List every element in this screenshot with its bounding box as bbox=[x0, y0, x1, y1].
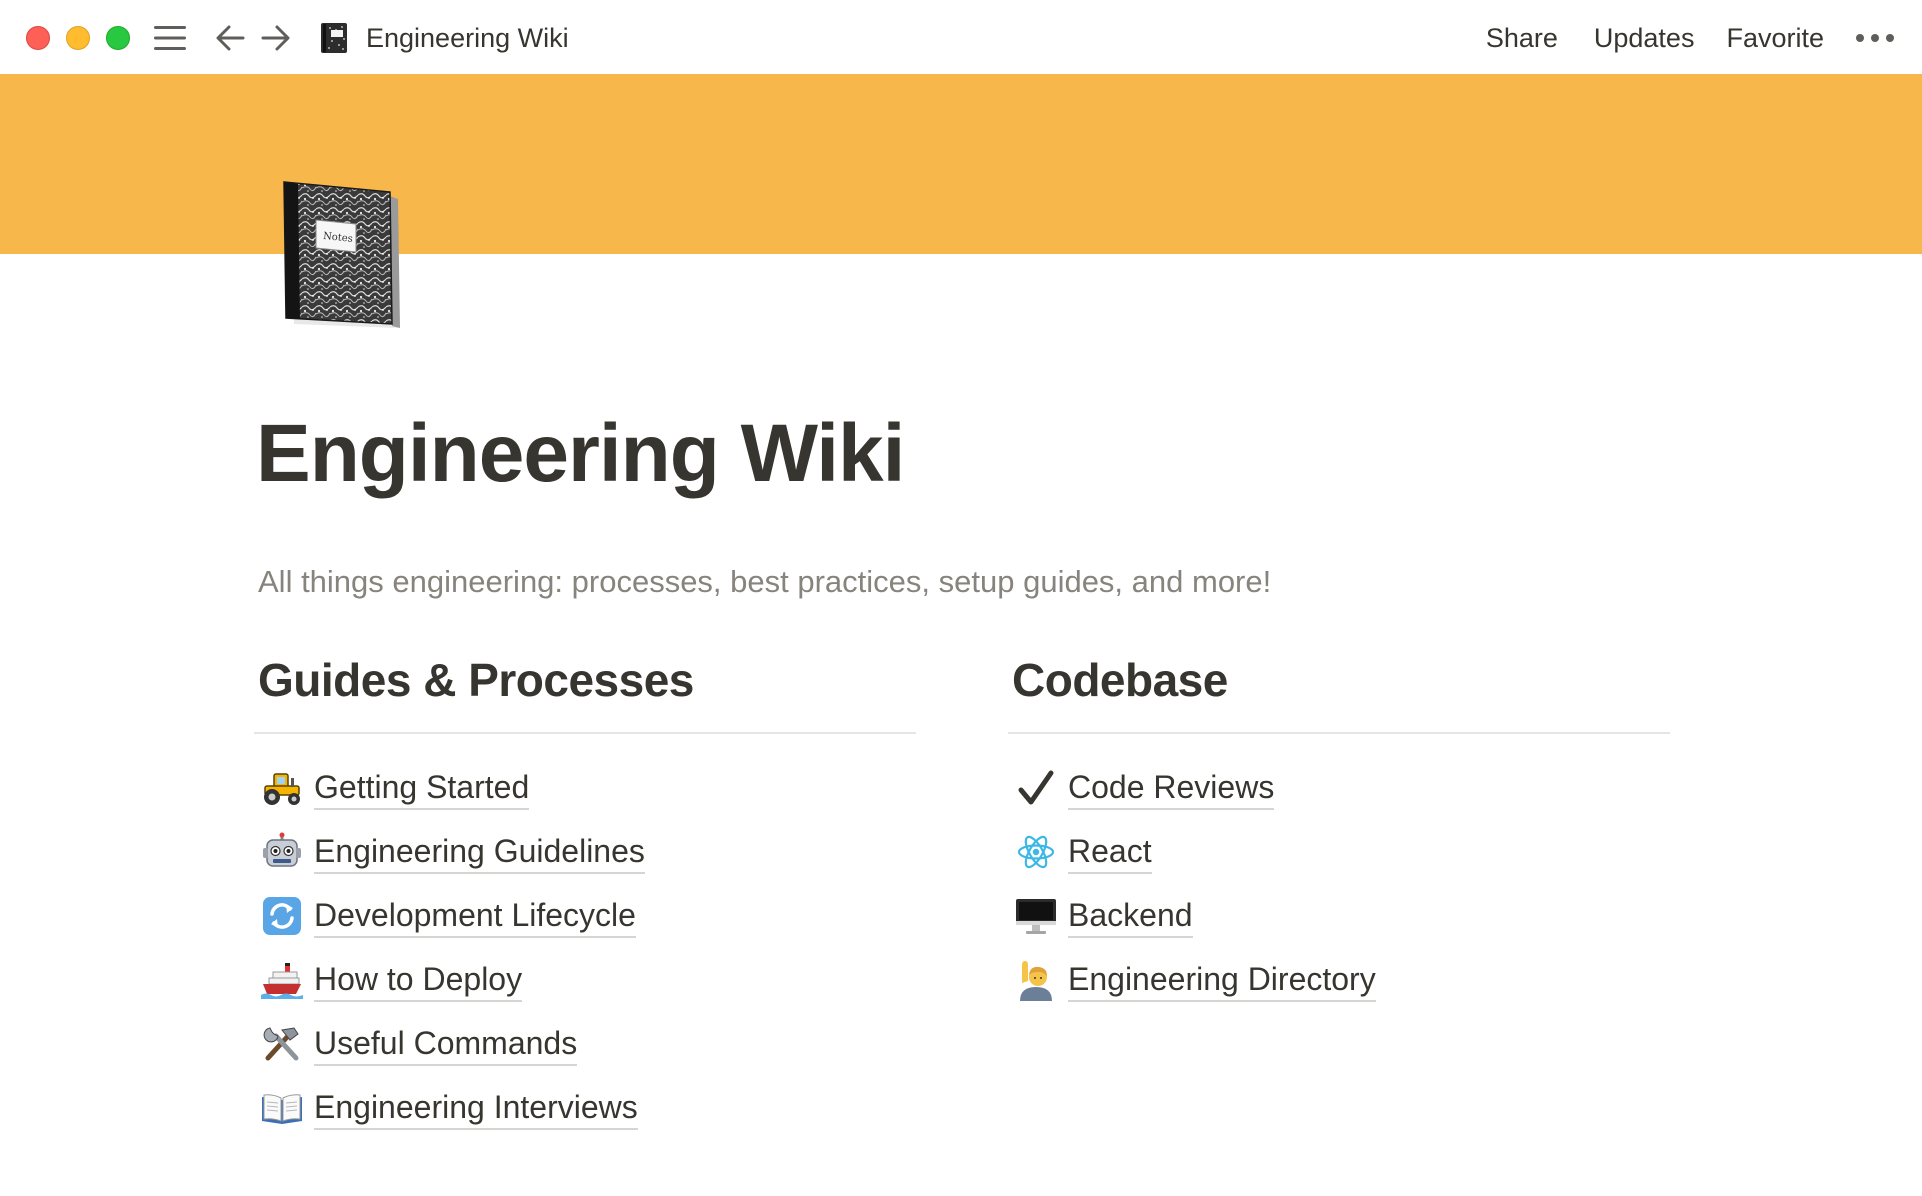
tractor-icon bbox=[260, 766, 304, 810]
link-label[interactable]: React bbox=[1068, 830, 1152, 874]
share-button[interactable]: Share bbox=[1486, 18, 1558, 58]
tools-icon bbox=[260, 1022, 304, 1066]
window-titlebar: Engineering Wiki Share Updates Favorite bbox=[0, 0, 1922, 74]
favorite-button[interactable]: Favorite bbox=[1726, 18, 1824, 58]
page-description[interactable]: All things engineering: processes, best … bbox=[258, 562, 1271, 602]
list-item[interactable]: Engineering Directory bbox=[1008, 948, 1670, 1012]
topbar-actions: Share Updates Favorite bbox=[1486, 18, 1922, 58]
link-label[interactable]: Engineering Directory bbox=[1068, 958, 1376, 1002]
codebase-column: Codebase Code Reviews React Backend Engi… bbox=[1008, 650, 1670, 1012]
list-item[interactable]: Engineering Interviews bbox=[254, 1076, 916, 1140]
updates-button[interactable]: Updates bbox=[1594, 18, 1695, 58]
list-item[interactable]: Development Lifecycle bbox=[254, 884, 916, 948]
list-item[interactable]: Backend bbox=[1008, 884, 1670, 948]
list-item[interactable]: How to Deploy bbox=[254, 948, 916, 1012]
person-raising-hand-icon bbox=[1014, 958, 1058, 1002]
breadcrumb-page-title[interactable]: Engineering Wiki bbox=[366, 20, 569, 56]
link-label[interactable]: Code Reviews bbox=[1068, 766, 1275, 810]
zoom-window-button[interactable] bbox=[106, 26, 130, 50]
list-item[interactable]: Getting Started bbox=[254, 756, 916, 820]
more-dots-icon[interactable] bbox=[1852, 18, 1898, 58]
atom-icon bbox=[1014, 830, 1058, 874]
link-label[interactable]: Development Lifecycle bbox=[314, 894, 636, 938]
list-item[interactable]: React bbox=[1008, 820, 1670, 884]
link-label[interactable]: Useful Commands bbox=[314, 1022, 578, 1066]
forward-arrow-icon[interactable] bbox=[258, 20, 294, 56]
open-book-icon bbox=[260, 1086, 304, 1130]
column-heading[interactable]: Codebase bbox=[1008, 650, 1670, 710]
list-item[interactable]: Code Reviews bbox=[1008, 756, 1670, 820]
link-label[interactable]: Engineering Interviews bbox=[314, 1086, 638, 1130]
back-arrow-icon[interactable] bbox=[212, 20, 248, 56]
desktop-computer-icon bbox=[1014, 894, 1058, 938]
divider bbox=[1008, 732, 1670, 734]
link-label[interactable]: Getting Started bbox=[314, 766, 530, 810]
notebook-icon[interactable]: Notes bbox=[274, 178, 404, 332]
link-list: Getting Started Engineering Guidelines D… bbox=[254, 756, 916, 1140]
link-list: Code Reviews React Backend Engineering D… bbox=[1008, 756, 1670, 1012]
notebook-icon bbox=[316, 20, 352, 56]
minimize-window-button[interactable] bbox=[66, 26, 90, 50]
divider bbox=[254, 732, 916, 734]
guides-processes-column: Guides & Processes Getting Started Engin… bbox=[254, 650, 916, 1140]
refresh-icon bbox=[260, 894, 304, 938]
link-label[interactable]: How to Deploy bbox=[314, 958, 523, 1002]
ship-icon bbox=[260, 958, 304, 1002]
list-item[interactable]: Engineering Guidelines bbox=[254, 820, 916, 884]
robot-icon bbox=[260, 830, 304, 874]
sidebar-menu-icon[interactable] bbox=[152, 20, 188, 56]
link-label[interactable]: Engineering Guidelines bbox=[314, 830, 645, 874]
list-item[interactable]: Useful Commands bbox=[254, 1012, 916, 1076]
checkmark-icon bbox=[1014, 766, 1058, 810]
link-label[interactable]: Backend bbox=[1068, 894, 1193, 938]
page-title[interactable]: Engineering Wiki bbox=[256, 404, 905, 504]
column-heading[interactable]: Guides & Processes bbox=[254, 650, 916, 710]
close-window-button[interactable] bbox=[26, 26, 50, 50]
